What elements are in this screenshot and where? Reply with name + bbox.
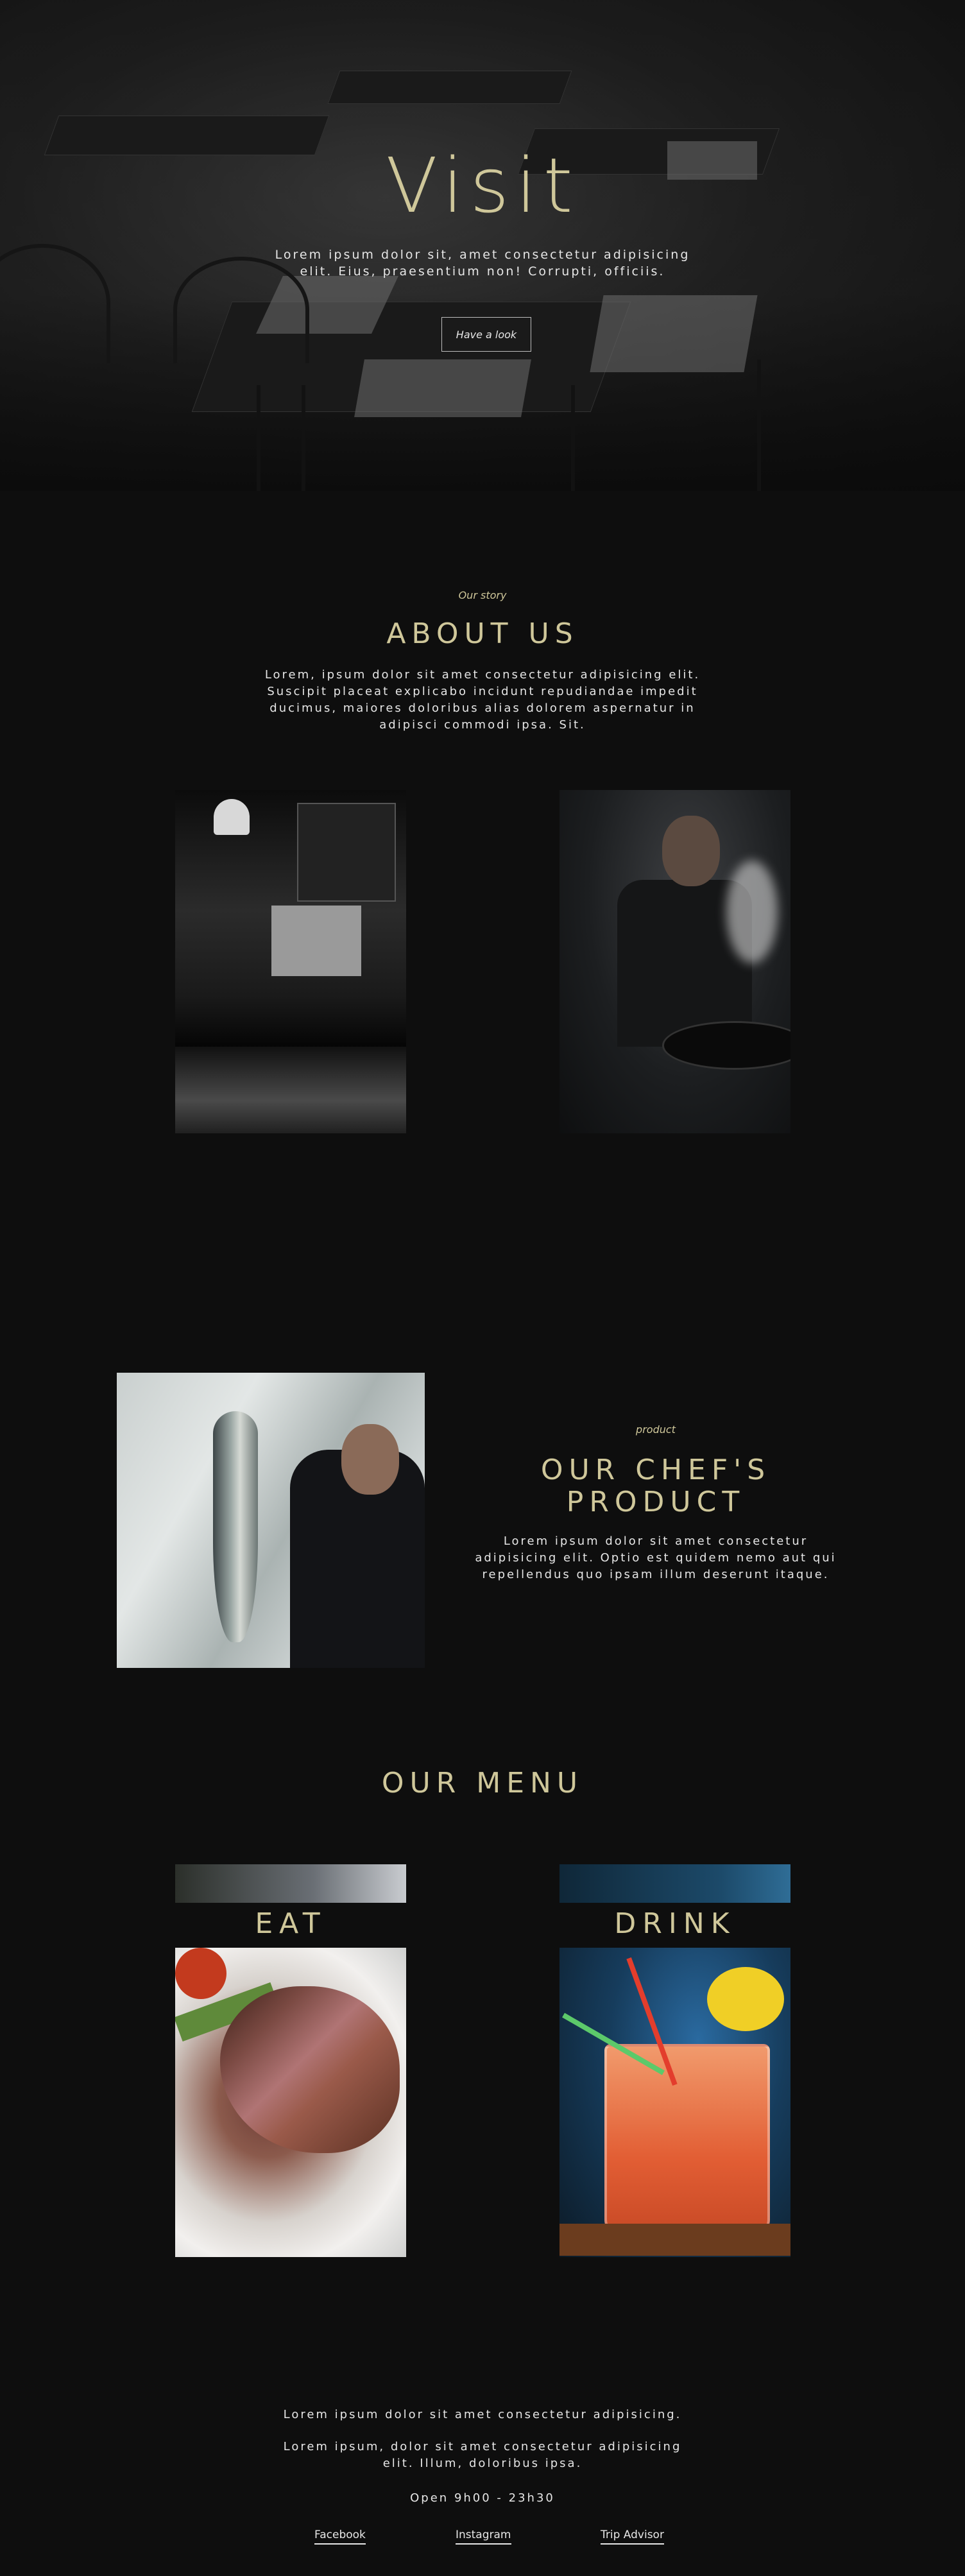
footer-line1: Lorem ipsum dolor sit amet consectetur a… <box>283 2408 682 2421</box>
trip-advisor-link[interactable]: Trip Advisor <box>601 2529 664 2545</box>
product-title-line2: PRODUCT <box>566 1486 746 1518</box>
have-a-look-button[interactable]: Have a look <box>441 317 531 352</box>
hero-chair-leg <box>302 385 305 491</box>
drink-label[interactable]: DRINK <box>559 1907 790 1940</box>
about-title: ABOUT US <box>386 617 579 650</box>
about-kicker: Our story <box>458 589 507 601</box>
drink-photo-strip <box>559 1864 790 1903</box>
hero-text: Lorem ipsum dolor sit, amet consectetur … <box>275 248 690 279</box>
product-title-line1: OUR CHEF'S <box>540 1454 771 1486</box>
hero-section: Visit Lorem ipsum dolor sit, amet consec… <box>0 0 965 491</box>
hero-table-leg <box>757 359 761 491</box>
about-text: Lorem, ipsum dolor sit amet consectetur … <box>264 668 701 732</box>
hero-chair <box>0 244 110 363</box>
hero-chair-leg <box>257 385 260 491</box>
eat-photo-strip <box>175 1864 406 1903</box>
footer-line2: Lorem ipsum, dolor sit amet consectetur … <box>283 2440 682 2470</box>
footer-hours: Open 9h00 - 23h30 <box>410 2491 555 2505</box>
chef-holding-fish-photo <box>117 1373 425 1668</box>
hero-placemat <box>354 359 531 417</box>
hero-title: Visit <box>386 141 579 230</box>
instagram-link[interactable]: Instagram <box>456 2529 511 2545</box>
facebook-link[interactable]: Facebook <box>314 2529 366 2545</box>
product-text: Lorem ipsum dolor sit amet consectetur a… <box>475 1534 837 1581</box>
hero-table-center <box>327 71 572 104</box>
chef-cooking-photo <box>559 790 790 1133</box>
menu-title: OUR MENU <box>381 1767 584 1799</box>
restaurant-interior-photo <box>175 790 406 1133</box>
hero-table-leg <box>571 385 575 491</box>
product-kicker: product <box>636 1423 676 1436</box>
steak-dish-photo[interactable] <box>175 1948 406 2257</box>
eat-label[interactable]: EAT <box>175 1907 406 1940</box>
cocktail-drink-photo[interactable] <box>559 1948 790 2257</box>
hero-placemat <box>590 295 758 372</box>
